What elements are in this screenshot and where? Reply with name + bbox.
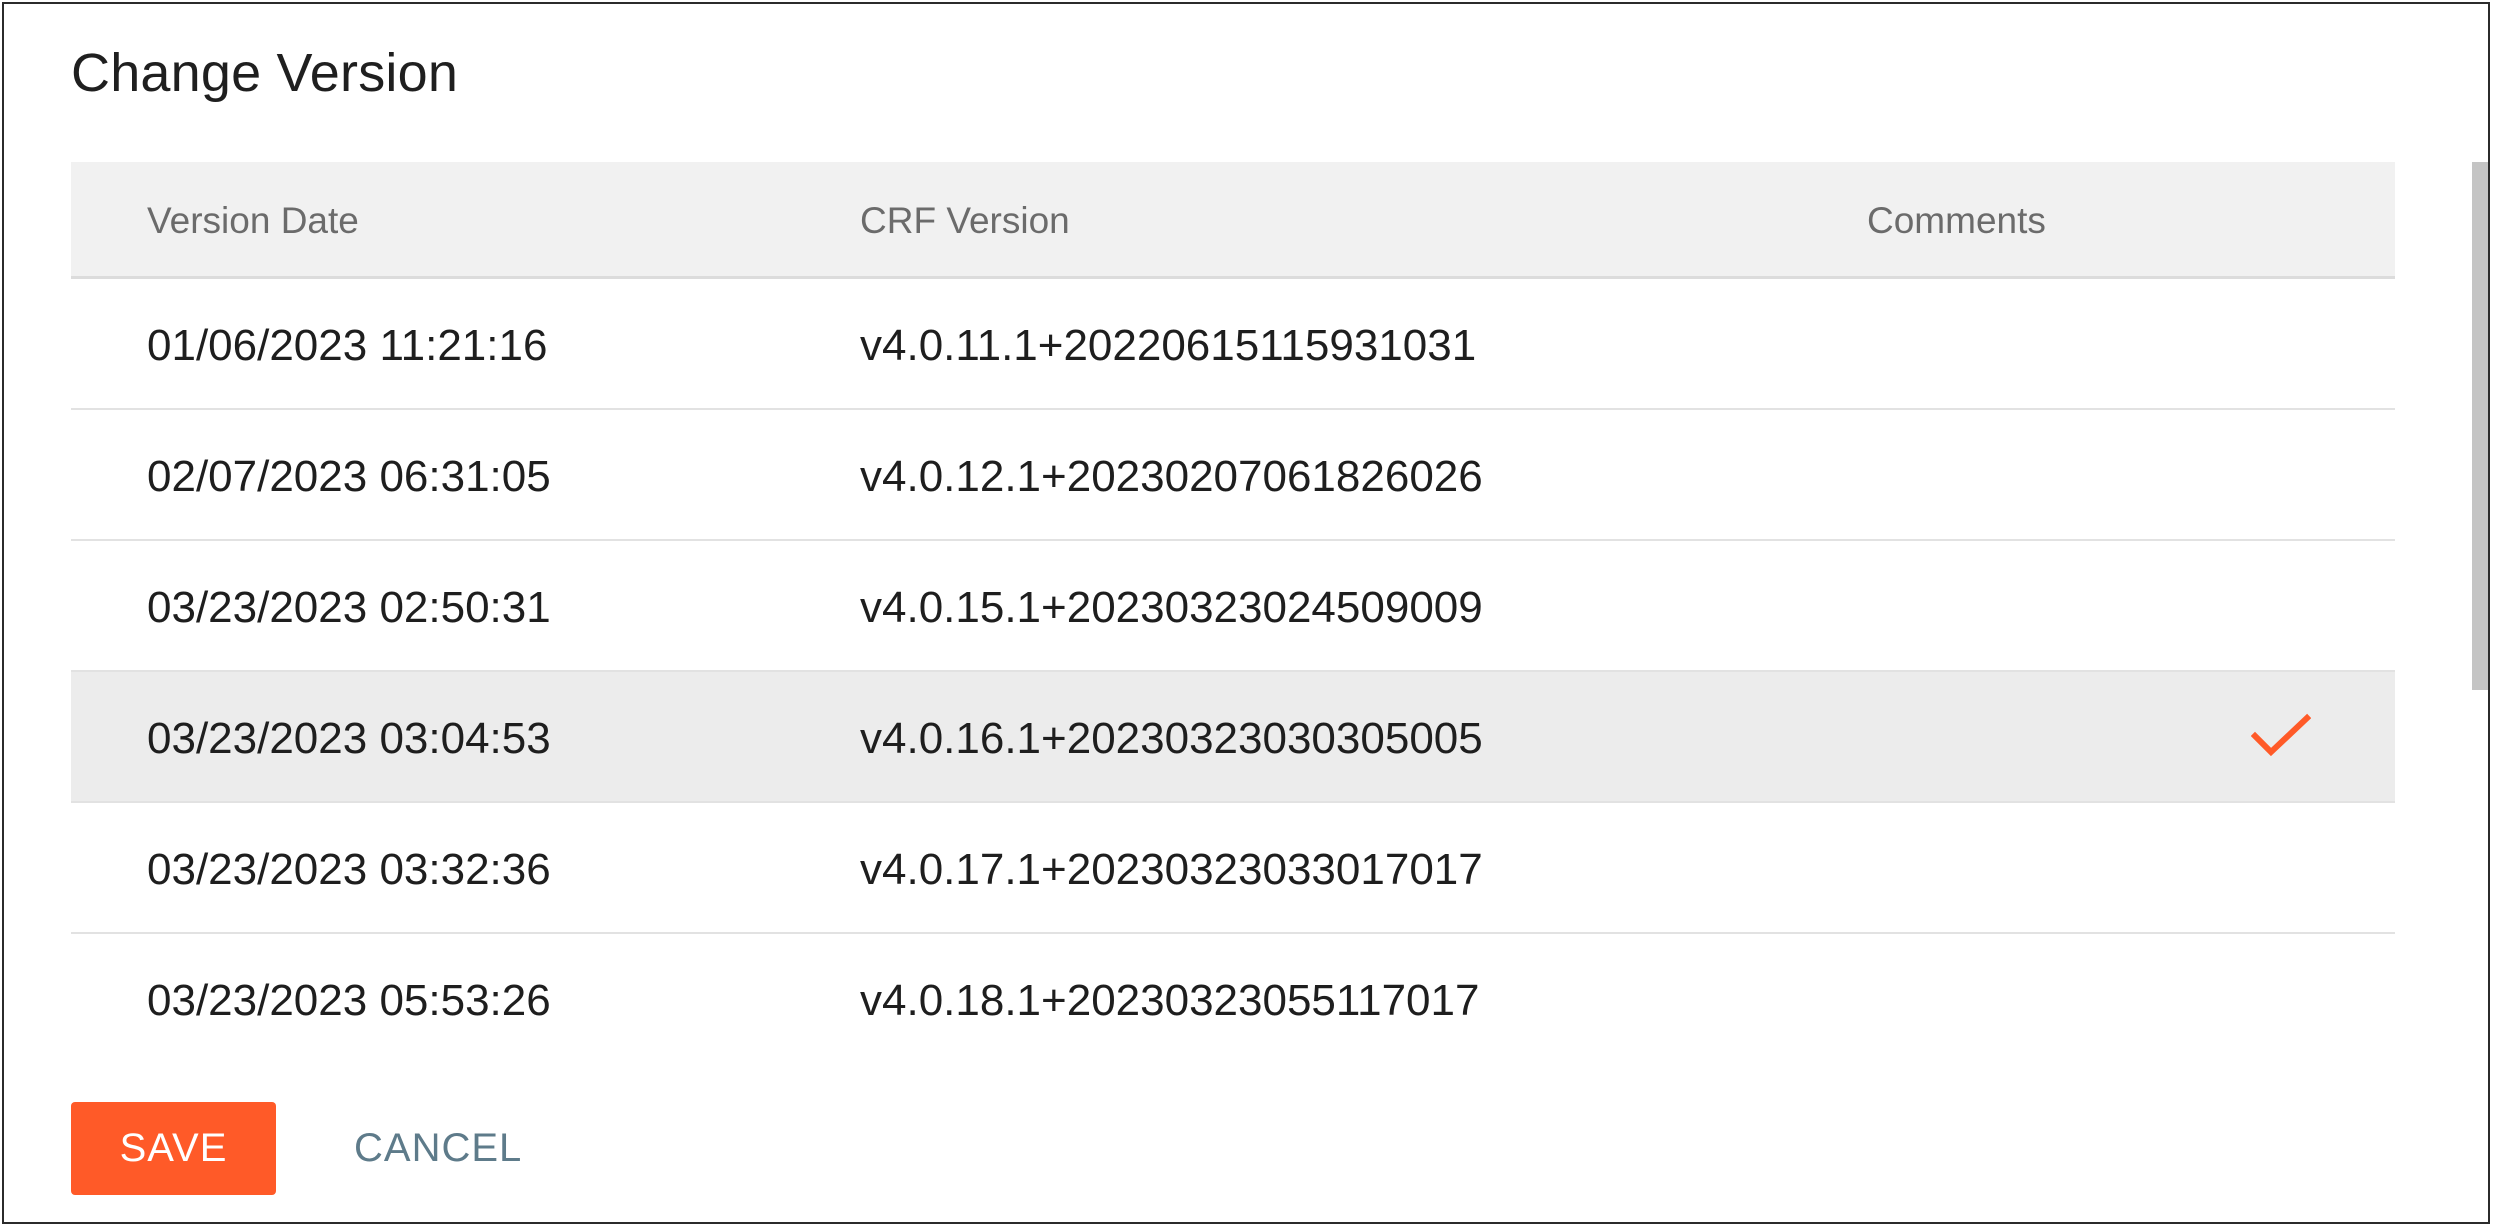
table-header: Version Date CRF Version Comments: [71, 162, 2395, 279]
cell-crf-version: v4.0.15.1+20230323024509009: [860, 583, 1483, 632]
cell-crf-version: v4.0.12.1+20230207061826026: [860, 452, 1483, 501]
cell-version-date: 02/07/2023 06:31:05: [147, 452, 551, 501]
scrollbar-thumb[interactable]: [2472, 162, 2488, 690]
cell-version-date: 03/23/2023 05:53:26: [147, 976, 551, 1025]
cell-version-date: 03/23/2023 03:32:36: [147, 845, 551, 894]
cancel-button[interactable]: CANCEL: [334, 1102, 542, 1195]
table-row-selected[interactable]: 03/23/2023 03:04:53 v4.0.16.1+2023032303…: [71, 672, 2395, 803]
cell-crf-version: v4.0.17.1+20230323033017017: [860, 845, 1483, 894]
table-body: 01/06/2023 11:21:16 v4.0.11.1+2022061511…: [71, 279, 2395, 1060]
table-row[interactable]: 01/06/2023 11:21:16 v4.0.11.1+2022061511…: [71, 279, 2395, 410]
change-version-dialog: Change Version Version Date CRF Version …: [2, 2, 2490, 1224]
cell-version-date: 03/23/2023 03:04:53: [147, 714, 551, 763]
checkmark-icon: [2251, 713, 2311, 757]
table-row[interactable]: 02/07/2023 06:31:05 v4.0.12.1+2023020706…: [71, 410, 2395, 541]
cell-version-date: 01/06/2023 11:21:16: [147, 321, 548, 370]
header-version-date: Version Date: [147, 200, 359, 241]
save-button[interactable]: SAVE: [71, 1102, 276, 1195]
version-table: Version Date CRF Version Comments 01/06/…: [71, 162, 2395, 1060]
cell-crf-version: v4.0.11.1+20220615115931031: [860, 321, 1477, 370]
cell-crf-version: v4.0.18.1+20230323055117017: [860, 976, 1480, 1025]
cell-crf-version: v4.0.16.1+20230323030305005: [860, 714, 1483, 763]
table-row[interactable]: 03/23/2023 02:50:31 v4.0.15.1+2023032302…: [71, 541, 2395, 672]
header-comments: Comments: [1867, 200, 2046, 241]
table-row[interactable]: 03/23/2023 03:32:36 v4.0.17.1+2023032303…: [71, 803, 2395, 934]
cell-version-date: 03/23/2023 02:50:31: [147, 583, 551, 632]
header-crf-version: CRF Version: [860, 200, 1070, 241]
dialog-title: Change Version: [71, 43, 459, 103]
table-row[interactable]: 03/23/2023 05:53:26 v4.0.18.1+2023032305…: [71, 934, 2395, 1060]
